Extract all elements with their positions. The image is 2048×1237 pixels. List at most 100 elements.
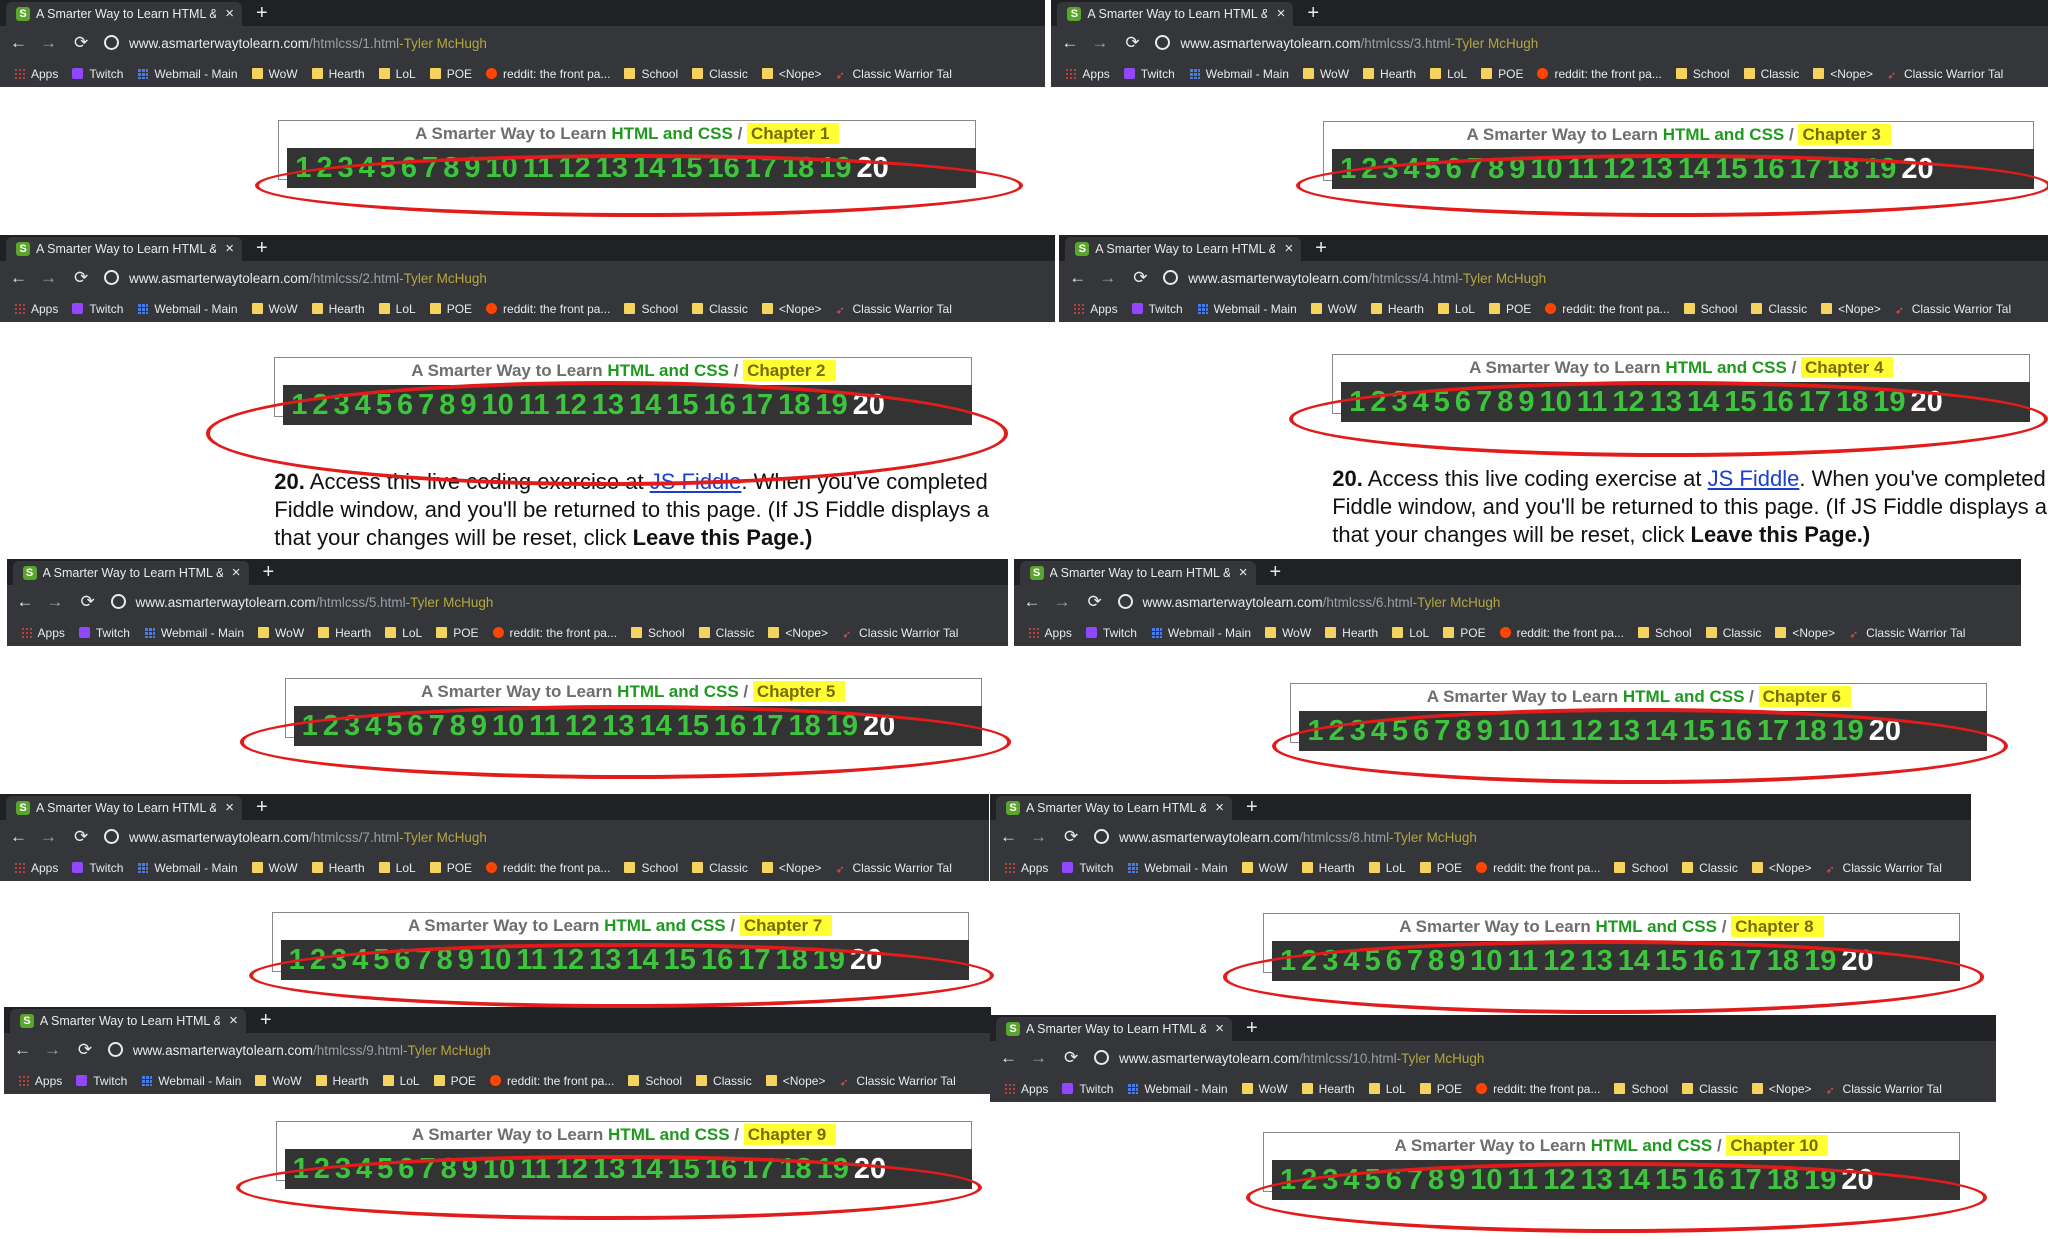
new-tab-button[interactable]: + [1270,561,1282,583]
bookmark-item[interactable]: Apps [1004,856,1048,881]
bookmark-item[interactable]: Classic [692,297,748,322]
bookmark-item[interactable]: Twitch [1123,62,1175,87]
address-bar[interactable]: www.asmarterwaytolearn.com/htmlcss/1.htm… [104,32,1035,56]
bookmark-item[interactable]: WoW [251,62,298,87]
bookmark-item[interactable]: POE [429,62,472,87]
reload-icon[interactable]: ⟳ [74,827,88,847]
bookmark-item[interactable]: Webmail - Main [137,62,238,87]
bookmark-item[interactable]: Hearth [1363,62,1416,87]
bookmark-item[interactable]: Webmail - Main [137,856,238,881]
forward-arrow-icon[interactable]: → [1054,592,1071,612]
bookmark-item[interactable]: Webmail - Main [1127,1077,1228,1102]
bookmark-item[interactable]: Hearth [1370,297,1424,322]
heading-prefix[interactable]: A Smarter Way to Learn [1469,358,1665,377]
address-bar[interactable]: www.asmarterwaytolearn.com/htmlcss/8.htm… [1094,826,1961,850]
bookmark-item[interactable]: Apps [20,621,65,646]
browser-tab[interactable]: S A Smarter Way to Learn HTML & × [1065,237,1302,262]
new-tab-button[interactable]: + [256,2,268,24]
bookmark-item[interactable]: Twitch [72,856,123,881]
close-tab-icon[interactable]: × [225,5,234,22]
bookmark-item[interactable]: <Nope> [761,297,822,322]
bookmark-item[interactable]: POE [1443,621,1486,646]
heading-prefix[interactable]: A Smarter Way to Learn [1427,687,1623,706]
forward-arrow-icon[interactable]: → [1030,827,1047,847]
bookmark-item[interactable]: LoL [385,621,422,646]
new-tab-button[interactable]: + [1246,1017,1258,1039]
bookmark-item[interactable]: ➶ Classic Warrior Tal [1826,1077,1942,1102]
bookmark-item[interactable]: School [624,297,678,322]
address-bar[interactable]: www.asmarterwaytolearn.com/htmlcss/7.htm… [104,826,979,850]
browser-tab[interactable]: S A Smarter Way to Learn HTML & × [1057,2,1294,26]
forward-arrow-icon[interactable]: → [47,592,64,612]
site-info-icon[interactable] [104,270,119,286]
bookmark-item[interactable]: Classic [1705,621,1761,646]
bookmark-item[interactable]: <Nope> [1813,62,1873,87]
browser-tab[interactable]: S A Smarter Way to Learn HTML & × [996,1016,1233,1041]
bookmark-item[interactable]: <Nope> [1751,1077,1812,1102]
back-arrow-icon[interactable]: ← [1061,33,1078,53]
forward-arrow-icon[interactable]: → [40,268,57,288]
address-bar[interactable]: www.asmarterwaytolearn.com/htmlcss/3.htm… [1155,32,2038,56]
heading-topic-link[interactable]: HTML and CSS [604,916,726,935]
bookmark-item[interactable]: reddit: the front pa... [1545,297,1670,322]
bookmark-item[interactable]: Twitch [72,297,123,322]
close-tab-icon[interactable]: × [1215,1020,1224,1037]
bookmark-item[interactable]: Hearth [1301,1077,1355,1102]
bookmark-item[interactable]: Webmail - Main [1196,297,1297,322]
reload-icon[interactable]: ⟳ [1064,827,1078,847]
heading-prefix[interactable]: A Smarter Way to Learn [421,682,617,701]
bookmark-item[interactable]: Apps [1027,621,1072,646]
bookmark-item[interactable]: School [1614,856,1668,881]
browser-tab[interactable]: S A Smarter Way to Learn HTML & × [12,561,249,586]
browser-tab[interactable]: S A Smarter Way to Learn HTML & × [6,796,242,821]
site-info-icon[interactable] [1094,829,1110,845]
bookmark-item[interactable]: Twitch [1062,856,1113,881]
close-tab-icon[interactable]: × [225,240,234,257]
new-tab-button[interactable]: + [263,561,275,583]
bookmark-item[interactable]: Webmail - Main [143,621,244,646]
new-tab-button[interactable]: + [260,1009,272,1031]
bookmark-item[interactable]: School [1637,621,1692,646]
heading-topic-link[interactable]: HTML and CSS [617,682,739,701]
bookmark-item[interactable]: reddit: the front pa... [492,621,617,646]
heading-topic-link[interactable]: HTML and CSS [1663,125,1785,144]
bookmark-item[interactable]: <Nope> [1751,856,1812,881]
heading-topic-link[interactable]: HTML and CSS [608,1125,730,1144]
bookmark-item[interactable]: <Nope> [761,62,822,87]
bookmark-item[interactable]: Webmail - Main [1150,621,1251,646]
bookmark-item[interactable]: Webmail - Main [137,297,238,322]
heading-prefix[interactable]: A Smarter Way to Learn [1467,125,1663,144]
bookmark-item[interactable]: Apps [1004,1077,1048,1102]
reload-icon[interactable]: ⟳ [1064,1048,1078,1068]
back-arrow-icon[interactable]: ← [17,592,34,612]
forward-arrow-icon[interactable]: → [44,1040,61,1060]
heading-topic-link[interactable]: HTML and CSS [1665,358,1787,377]
bookmark-item[interactable]: reddit: the front pa... [486,856,610,881]
heading-prefix[interactable]: A Smarter Way to Learn [415,124,611,143]
back-arrow-icon[interactable]: ← [10,33,27,53]
bookmark-item[interactable]: School [624,856,678,881]
site-info-icon[interactable] [1163,270,1179,286]
browser-tab[interactable]: S A Smarter Way to Learn HTML & × [1019,561,1256,586]
reload-icon[interactable]: ⟳ [1133,268,1147,288]
bookmark-item[interactable]: ➶ Classic Warrior Tal [1849,621,1965,646]
heading-prefix[interactable]: A Smarter Way to Learn [1399,917,1595,936]
bookmark-item[interactable]: School [624,62,678,87]
back-arrow-icon[interactable]: ← [10,827,27,847]
bookmark-item[interactable]: Hearth [1325,621,1378,646]
bookmark-item[interactable]: WoW [255,1069,302,1094]
bookmark-item[interactable]: ➶ Classic Warrior Tal [836,62,952,87]
bookmark-item[interactable]: Twitch [1062,1077,1113,1102]
bookmark-item[interactable]: Webmail - Main [1127,856,1228,881]
bookmark-item[interactable]: <Nope> [761,856,822,881]
site-info-icon[interactable] [104,829,119,845]
bookmark-item[interactable]: LoL [1437,297,1475,322]
bookmark-item[interactable]: WoW [1241,856,1288,881]
reload-icon[interactable]: ⟳ [1125,33,1139,53]
site-info-icon[interactable] [1094,1049,1110,1065]
bookmark-item[interactable]: Hearth [311,856,365,881]
bookmark-item[interactable]: WoW [1265,621,1311,646]
bookmark-item[interactable]: LoL [378,297,416,322]
bookmark-item[interactable]: ➶ Classic Warrior Tal [836,297,952,322]
address-bar[interactable]: www.asmarterwaytolearn.com/htmlcss/2.htm… [104,267,1045,291]
